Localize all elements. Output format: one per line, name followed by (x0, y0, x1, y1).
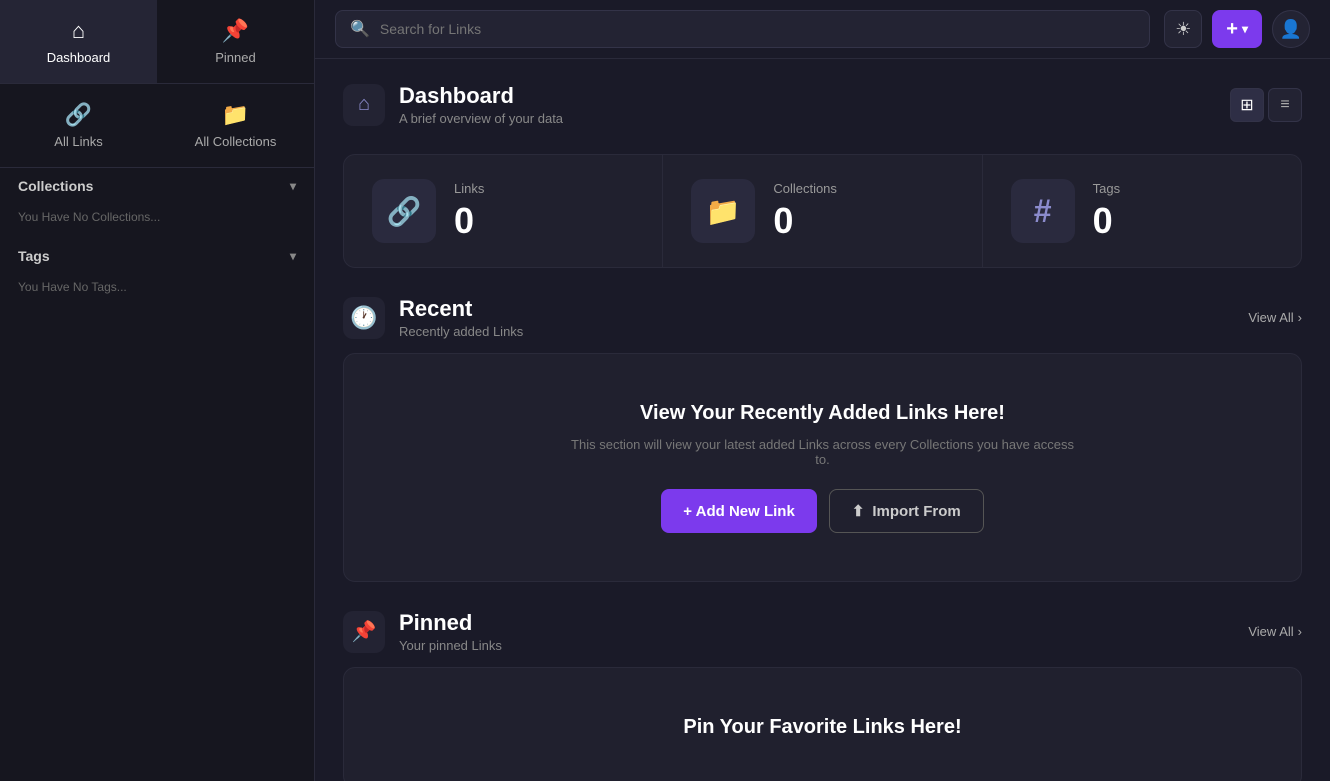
pinned-title-area: 📌 Pinned Your pinned Links (343, 610, 502, 653)
stat-collections: 📁 Collections 0 (663, 155, 982, 267)
pinned-empty-card: Pin Your Favorite Links Here! (343, 667, 1302, 781)
recent-empty-card: View Your Recently Added Links Here! Thi… (343, 353, 1302, 582)
dashboard-section-icon: ⌂ (343, 84, 385, 126)
tags-empty-text: You Have No Tags... (0, 274, 314, 308)
stat-tags-content: Tags 0 (1093, 181, 1120, 242)
topbar-actions: ☀ + ▾ 👤 (1164, 10, 1310, 48)
sidebar-label-pinned: Pinned (215, 50, 255, 65)
recent-view-all-label: View All (1248, 310, 1293, 325)
sidebar-label-all-collections: All Collections (195, 134, 277, 149)
profile-icon: 👤 (1280, 19, 1302, 40)
profile-button[interactable]: 👤 (1272, 10, 1310, 48)
import-from-button[interactable]: ⬆ Import From (829, 489, 984, 533)
dashboard-header-row: ⌂ Dashboard A brief overview of your dat… (343, 83, 1302, 126)
grid-view-button[interactable]: ⊞ (1230, 88, 1264, 122)
recent-view-all-chevron-icon: › (1298, 310, 1302, 325)
recent-title: Recent (399, 296, 523, 322)
add-button[interactable]: + ▾ (1212, 10, 1262, 48)
pinned-section-icon: 📌 (343, 611, 385, 653)
stat-collections-content: Collections 0 (773, 181, 837, 242)
add-chevron-icon: ▾ (1242, 22, 1248, 36)
sidebar-item-pinned[interactable]: 📌 Pinned (157, 0, 314, 83)
collections-chevron-icon: ▾ (290, 179, 296, 193)
import-label: Import From (872, 503, 960, 520)
recent-title-block: Recent Recently added Links (399, 296, 523, 339)
stat-collections-value: 0 (773, 200, 837, 242)
stat-tags-label: Tags (1093, 181, 1120, 196)
recent-view-all-button[interactable]: View All › (1248, 310, 1302, 325)
view-toggle: ⊞ ≡ (1230, 88, 1302, 122)
dashboard-title-block: Dashboard A brief overview of your data (399, 83, 563, 126)
recent-icon: 🕐 (343, 297, 385, 339)
add-link-label: + Add New Link (683, 503, 795, 520)
pinned-subtitle: Your pinned Links (399, 638, 502, 653)
stats-card: 🔗 Links 0 📁 Collections 0 # Tags 0 (343, 154, 1302, 268)
pinned-view-all-button[interactable]: View All › (1248, 624, 1302, 639)
import-icon: ⬆ (852, 502, 865, 520)
pinned-view-all-label: View All (1248, 624, 1293, 639)
search-input[interactable] (380, 21, 1135, 37)
pinned-title-block: Pinned Your pinned Links (399, 610, 502, 653)
stat-tags: # Tags 0 (983, 155, 1301, 267)
pinned-header: 📌 Pinned Your pinned Links View All › (343, 610, 1302, 653)
collections-section-header[interactable]: Collections ▾ (0, 168, 314, 204)
pinned-section: 📌 Pinned Your pinned Links View All › Pi… (343, 610, 1302, 781)
sidebar-top-nav: ⌂ Dashboard 📌 Pinned (0, 0, 314, 84)
pinned-empty-title: Pin Your Favorite Links Here! (683, 716, 961, 739)
sidebar-item-all-links[interactable]: 🔗 All Links (0, 84, 157, 167)
stat-links: 🔗 Links 0 (344, 155, 663, 267)
search-bar[interactable]: 🔍 (335, 10, 1150, 48)
stat-links-icon: 🔗 (372, 179, 436, 243)
topbar: 🔍 ☀ + ▾ 👤 (315, 0, 1330, 59)
recent-section: 🕐 Recent Recently added Links View All ›… (343, 296, 1302, 582)
sidebar-label-dashboard: Dashboard (47, 50, 111, 65)
sidebar: ⌂ Dashboard 📌 Pinned 🔗 All Links 📁 All C… (0, 0, 315, 781)
sidebar-links-nav: 🔗 All Links 📁 All Collections (0, 84, 314, 168)
recent-empty-desc: This section will view your latest added… (563, 437, 1083, 467)
recent-header: 🕐 Recent Recently added Links View All › (343, 296, 1302, 339)
stat-tags-icon: # (1011, 179, 1075, 243)
pinned-title: Pinned (399, 610, 502, 636)
stat-collections-label: Collections (773, 181, 837, 196)
sidebar-label-all-links: All Links (54, 134, 102, 149)
sidebar-item-dashboard[interactable]: ⌂ Dashboard (0, 0, 157, 83)
folder-icon: 📁 (222, 102, 249, 128)
dashboard-header: ⌂ Dashboard A brief overview of your dat… (343, 83, 563, 126)
recent-empty-actions: + Add New Link ⬆ Import From (661, 489, 983, 533)
dashboard-title: Dashboard (399, 83, 563, 109)
stat-links-content: Links 0 (454, 181, 484, 242)
stat-tags-value: 0 (1093, 200, 1120, 242)
theme-toggle-button[interactable]: ☀ (1164, 10, 1202, 48)
tags-chevron-icon: ▾ (290, 249, 296, 263)
recent-empty-title: View Your Recently Added Links Here! (640, 402, 1005, 425)
plus-icon: + (1226, 18, 1238, 41)
main-content: 🔍 ☀ + ▾ 👤 ⌂ Dashboard A brief overvie (315, 0, 1330, 781)
page-content: ⌂ Dashboard A brief overview of your dat… (315, 59, 1330, 781)
recent-title-area: 🕐 Recent Recently added Links (343, 296, 523, 339)
dashboard-icon: ⌂ (72, 18, 85, 44)
stat-collections-icon: 📁 (691, 179, 755, 243)
add-new-link-button[interactable]: + Add New Link (661, 489, 817, 533)
recent-subtitle: Recently added Links (399, 324, 523, 339)
tags-label: Tags (18, 248, 50, 264)
list-view-button[interactable]: ≡ (1268, 88, 1302, 122)
pinned-view-all-chevron-icon: › (1298, 624, 1302, 639)
collections-label: Collections (18, 178, 93, 194)
search-icon: 🔍 (350, 19, 370, 39)
stat-links-value: 0 (454, 200, 484, 242)
sidebar-item-all-collections[interactable]: 📁 All Collections (157, 84, 314, 167)
pin-icon: 📌 (222, 18, 249, 44)
dashboard-subtitle: A brief overview of your data (399, 111, 563, 126)
sun-icon: ☀ (1175, 19, 1191, 40)
link-icon: 🔗 (65, 102, 92, 128)
tags-section-header[interactable]: Tags ▾ (0, 238, 314, 274)
collections-empty-text: You Have No Collections... (0, 204, 314, 238)
stat-links-label: Links (454, 181, 484, 196)
